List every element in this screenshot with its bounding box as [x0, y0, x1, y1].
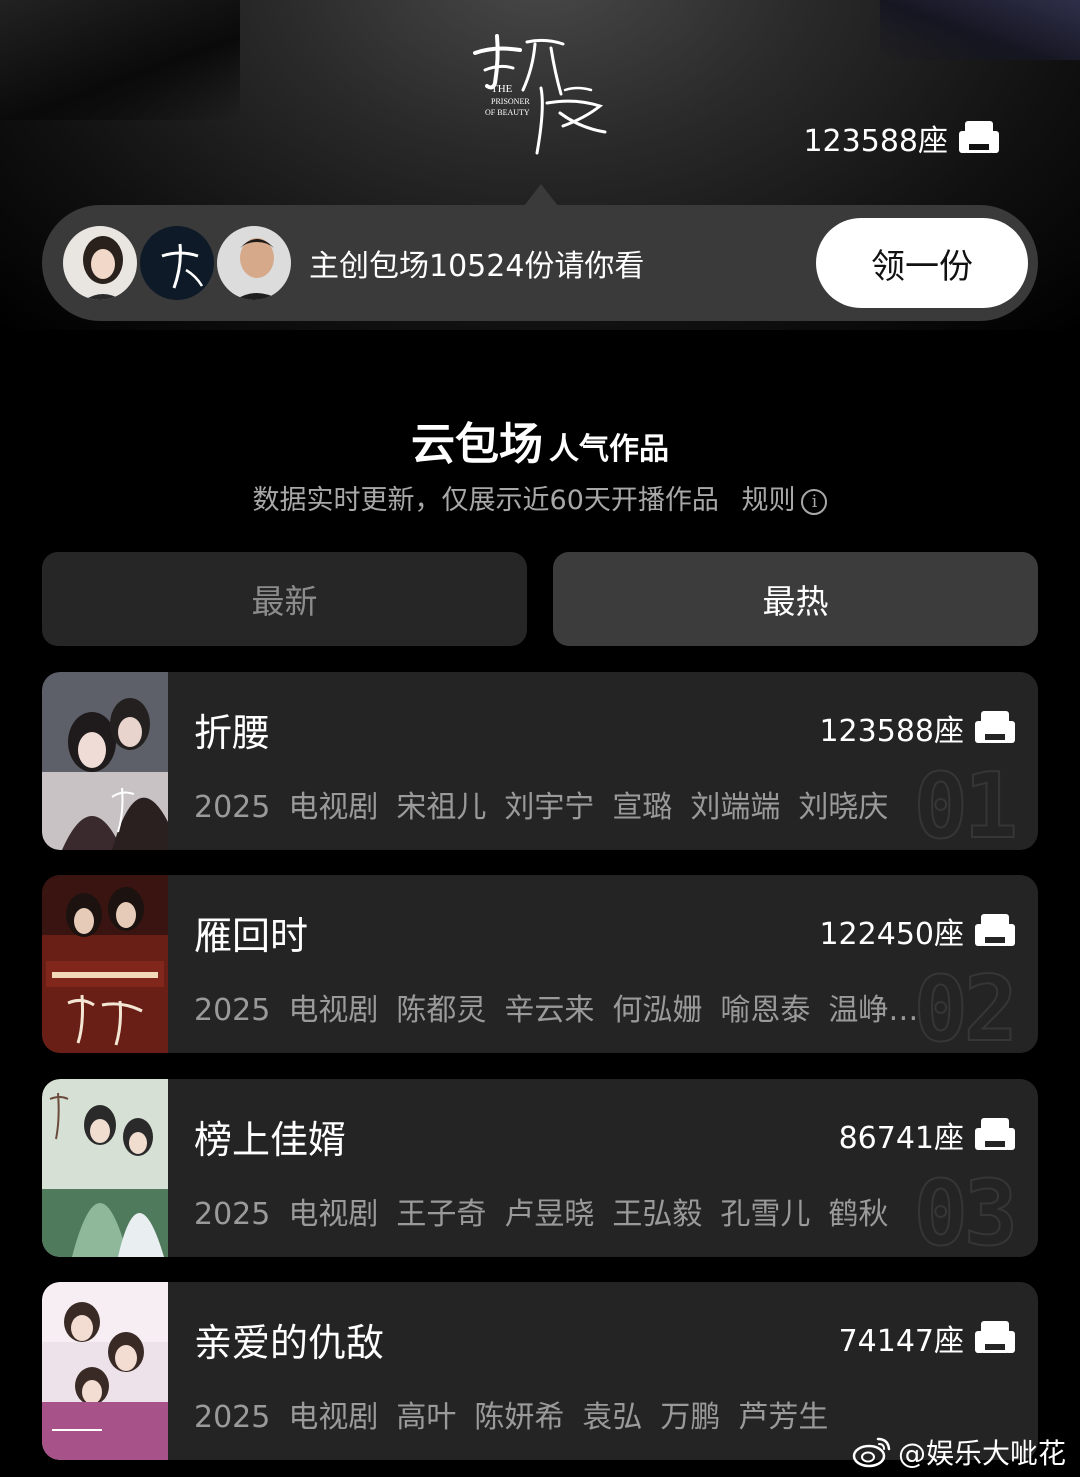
meta-type: 电视剧: [288, 790, 379, 825]
sofa-icon: [975, 1321, 1015, 1353]
tab-latest[interactable]: 最新: [42, 552, 527, 646]
weibo-icon: [852, 1437, 891, 1468]
section-title-sub: 人气作品: [549, 432, 669, 467]
hero-decoration-left: [0, 0, 240, 120]
meta-cast: 刘端端: [690, 790, 781, 825]
info-icon[interactable]: i: [801, 488, 828, 515]
section-title-main: 云包场: [411, 419, 543, 470]
meta-cast: 温峥…: [828, 993, 919, 1028]
show-logo: THE PRISONER OF BEAUTY: [473, 34, 607, 155]
card-title: 雁回时: [194, 914, 309, 958]
card-seat-count: 122450座: [819, 909, 1016, 953]
hero-decoration-right: [880, 0, 1080, 60]
meta-cast: 王子奇: [396, 1197, 487, 1232]
card-meta: 2025 电视剧 王子奇 卢昱晓 王弘毅 孔雪儿 鹤秋: [194, 1189, 934, 1233]
list-item[interactable]: 雁回时 122450座 2025 电视剧 陈都灵 辛云来 何泓姗 喻恩泰 温峥… 02: [42, 875, 1038, 1053]
list-item[interactable]: 榜上佳婿 86741座 2025 电视剧 王子奇 卢昱晓 王弘毅 孔雪儿 鹤秋 03: [42, 1079, 1038, 1257]
card-title: 榜上佳婿: [194, 1118, 347, 1162]
promo-text: 主创包场10524份请你看: [309, 249, 645, 284]
meta-cast: 辛云来: [504, 993, 595, 1028]
avatar: [137, 223, 217, 303]
card-seat-count-text: 74147座: [838, 1324, 964, 1359]
meta-year: 2025: [194, 1400, 271, 1435]
meta-cast: 袁弘: [582, 1400, 643, 1435]
card-seat-count-text: 122450座: [819, 917, 964, 952]
avatar: [60, 223, 140, 303]
meta-cast: 孔雪儿: [720, 1197, 811, 1232]
card-title: 亲爱的仇敌: [194, 1321, 385, 1365]
card-seat-count: 86741座: [839, 1113, 1016, 1157]
card-meta: 2025 电视剧 高叶 陈妍希 袁弘 万鹏 芦芳生: [194, 1392, 934, 1436]
list-item[interactable]: 折腰 123588座 2025 电视剧 宋祖儿 刘宇宁 宣璐 刘端端 刘晓庆 01: [42, 672, 1038, 850]
rank-number: 01: [913, 753, 1019, 850]
meta-cast: 陈都灵: [396, 993, 487, 1028]
rank-number: 03: [913, 1160, 1019, 1257]
avatar: [214, 223, 294, 303]
watermark-text: @娱乐大呲花: [897, 1437, 1066, 1470]
meta-type: 电视剧: [288, 993, 379, 1028]
meta-type: 电视剧: [288, 1400, 379, 1435]
meta-cast: 王弘毅: [612, 1197, 703, 1232]
claim-button[interactable]: 领一份: [816, 218, 1028, 308]
card-meta: 2025 电视剧 宋祖儿 刘宇宁 宣璐 刘端端 刘晓庆: [194, 782, 934, 826]
meta-year: 2025: [194, 790, 271, 825]
logo-subtitle-line3: OF BEAUTY: [485, 108, 530, 117]
poster-image: [42, 1282, 168, 1460]
hero-seat-count: 123588座: [803, 116, 1000, 160]
meta-cast: 何泓姗: [612, 993, 703, 1028]
card-seat-count-text: 123588座: [819, 714, 964, 749]
promo-pointer: [524, 184, 558, 206]
meta-cast: 刘宇宁: [504, 790, 595, 825]
avatar-group: [60, 223, 294, 303]
hero-seat-count-text: 123588座: [803, 124, 948, 159]
meta-cast: 宣璐: [612, 790, 673, 825]
subtitle-text: 数据实时更新，仅展示近60天开播作品: [252, 485, 719, 516]
meta-cast: 喻恩泰: [720, 993, 811, 1028]
meta-year: 2025: [194, 993, 271, 1028]
poster-image: [42, 875, 168, 1053]
poster-image: [42, 1079, 168, 1257]
sofa-icon: [975, 914, 1015, 946]
meta-cast: 陈妍希: [474, 1400, 565, 1435]
card-seat-count-text: 86741座: [838, 1121, 964, 1156]
meta-cast: 芦芳生: [738, 1400, 829, 1435]
poster-image: [42, 672, 168, 850]
card-meta: 2025 电视剧 陈都灵 辛云来 何泓姗 喻恩泰 温峥…: [194, 985, 934, 1029]
sofa-icon: [959, 121, 999, 153]
section-title: 云包场 人气作品: [0, 408, 1080, 472]
meta-cast: 卢昱晓: [504, 1197, 595, 1232]
sofa-icon: [975, 1118, 1015, 1150]
card-title: 折腰: [194, 711, 271, 755]
card-seat-count: 74147座: [839, 1316, 1016, 1360]
rank-number: 02: [913, 956, 1019, 1053]
meta-cast: 刘晓庆: [798, 790, 889, 825]
meta-cast: 宋祖儿: [396, 790, 487, 825]
meta-cast: 鹤秋: [828, 1197, 889, 1232]
meta-cast: 高叶: [396, 1400, 457, 1435]
card-seat-count: 123588座: [819, 706, 1016, 750]
logo-subtitle-line2: PRISONER: [491, 97, 530, 106]
tab-hot[interactable]: 最热: [553, 552, 1038, 646]
rules-link[interactable]: 规则: [741, 485, 795, 516]
sofa-icon: [975, 711, 1015, 743]
meta-year: 2025: [194, 1197, 271, 1232]
meta-type: 电视剧: [288, 1197, 379, 1232]
section-subtitle: 数据实时更新，仅展示近60天开播作品 规则 i: [0, 478, 1080, 517]
watermark: @娱乐大呲花: [852, 1432, 1066, 1472]
logo-subtitle-line1: THE: [491, 83, 513, 95]
meta-cast: 万鹏: [660, 1400, 721, 1435]
promo-bar[interactable]: 主创包场10524份请你看 领一份: [42, 205, 1038, 321]
